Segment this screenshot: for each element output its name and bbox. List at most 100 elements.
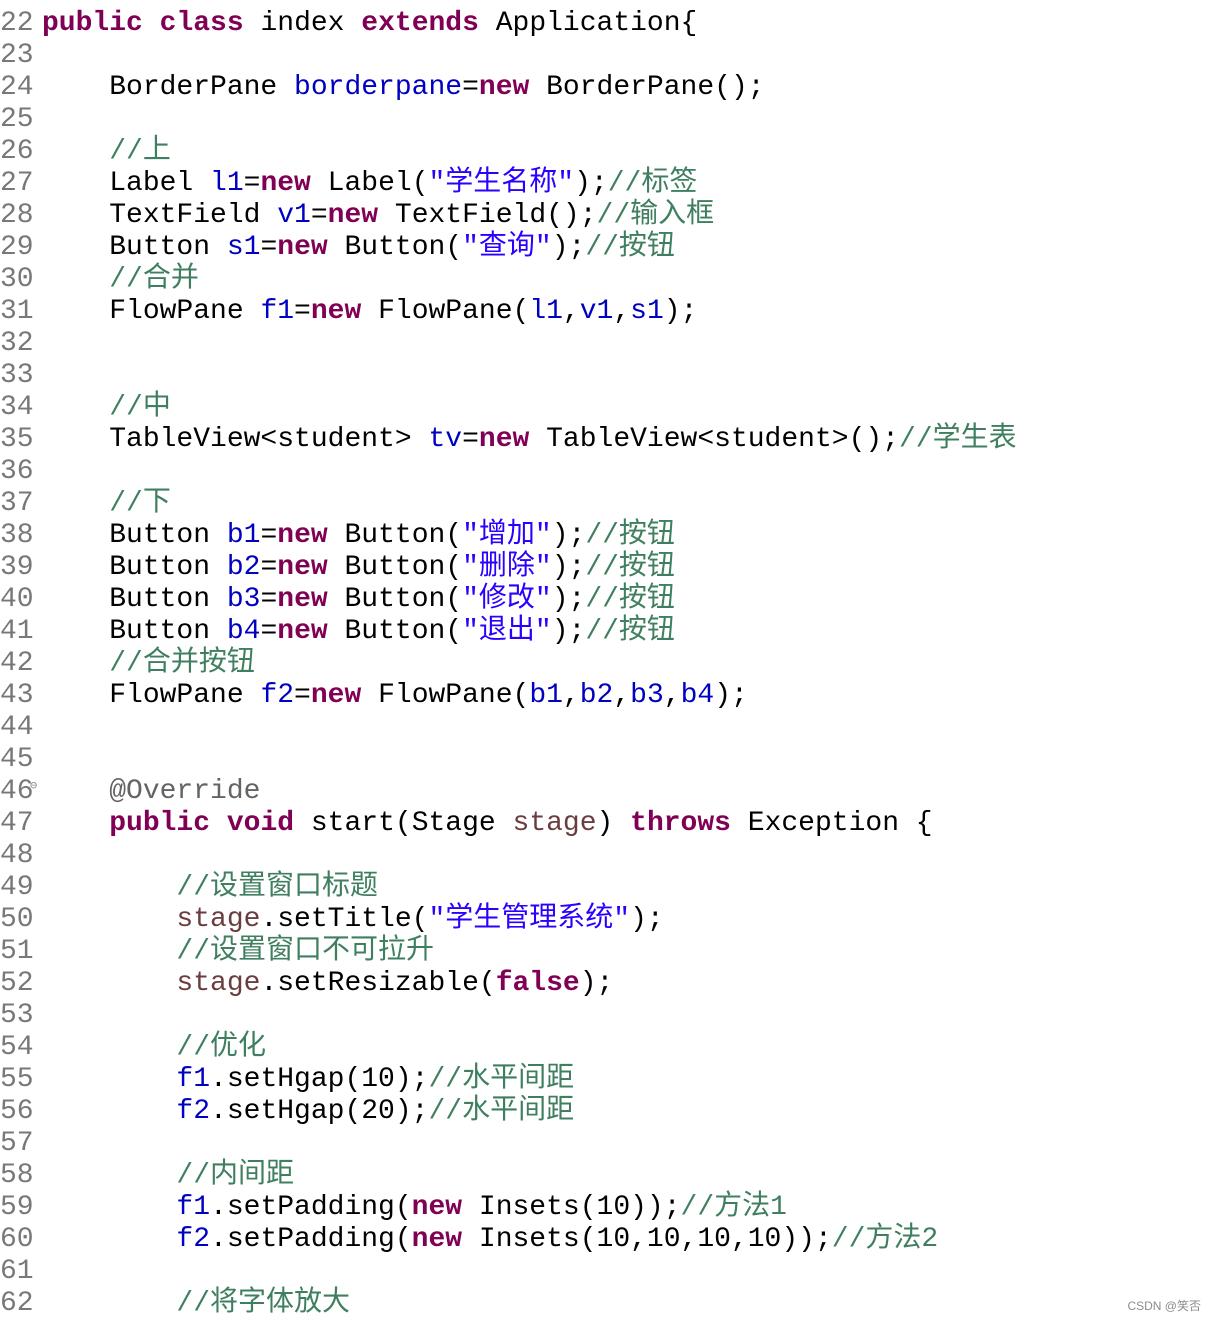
code-line[interactable]: 59 f1.setPadding(new Insets(10));//方法1 [0,1192,787,1224]
code-line[interactable]: 27 Label l1=new Label("学生名称");//标签 [0,168,697,200]
variable-token: stage [176,904,261,935]
code-token: .setTitle( [260,904,429,935]
code-token: ); [551,552,586,583]
code-line[interactable]: 45 [0,744,42,776]
code-line[interactable]: 22 public class index extends Application… [0,8,697,40]
code-token: = [294,296,311,327]
code-token: = [260,520,278,551]
line-number: 30 [0,264,34,295]
comment-token: //输入框 [596,200,715,231]
line-number: 36 [0,456,34,487]
code-token: ) [596,808,631,839]
comment-token: //合并 [109,264,199,295]
code-line[interactable]: 56 f2.setHgap(20);//水平间距 [0,1096,574,1128]
code-line[interactable]: 60 f2.setPadding(new Insets(10,10,10,10)… [0,1224,938,1256]
code-line[interactable]: 43 FlowPane f2=new FlowPane(b1,b2,b3,b4)… [0,680,748,712]
code-line[interactable]: 61 [0,1256,42,1288]
comment-token: //水平间距 [428,1096,575,1127]
code-line[interactable]: 24 BorderPane borderpane=new BorderPane(… [0,72,765,104]
line-number: 55 [0,1064,34,1095]
field-token: f2 [260,680,295,711]
line-number: 45 [0,744,34,775]
code-editor[interactable]: 22 public class index extends Application… [0,0,1215,1322]
fold-toggle-icon[interactable]: ⊖ [30,776,42,796]
field-token: b2 [579,680,614,711]
code-line[interactable]: 44 [0,712,42,744]
keyword-token: new [310,680,362,711]
code-token: = [260,584,278,615]
code-line[interactable]: 47 public void start(Stage stage) throws… [0,808,933,840]
code-line[interactable]: 25 [0,104,42,136]
line-number: 50 [0,904,34,935]
keyword-token: throws [630,808,731,839]
code-line[interactable]: 26 //上 [0,136,171,168]
code-token: = [462,424,479,455]
code-line[interactable]: 49 //设置窗口标题 [0,872,378,904]
code-token: Button [42,584,227,615]
line-number: 33 [0,360,34,391]
line-number: 61 [0,1256,34,1287]
comment-token: //按钮 [585,584,675,615]
code-token: ); [579,968,614,999]
code-line[interactable]: 46⊖ @Override [0,776,260,808]
keyword-token: new [411,1224,463,1255]
code-token: , [613,680,631,711]
field-token: f1 [176,1064,211,1095]
code-line[interactable]: 28 TextField v1=new TextField();//输入框 [0,200,714,232]
line-number: 26 [0,136,34,167]
field-token: v1 [579,296,614,327]
code-line[interactable]: 53 [0,1000,42,1032]
code-line[interactable]: 55 f1.setHgap(10);//水平间距 [0,1064,574,1096]
comment-token: //方法2 [831,1224,939,1255]
code-line[interactable]: 31 FlowPane f1=new FlowPane(l1,v1,s1); [0,296,697,328]
code-line[interactable]: 62 //将字体放大 [0,1288,350,1320]
code-line[interactable]: 29 Button s1=new Button("查询");//按钮 [0,232,675,264]
field-token: b3 [630,680,664,711]
code-line[interactable]: 39 Button b2=new Button("删除");//按钮 [0,552,675,584]
line-code: public class index extends Application{ [42,8,697,40]
field-token: b2 [226,552,261,583]
code-token: .setHgap(10); [210,1064,429,1095]
field-token: b3 [226,584,261,615]
code-line[interactable]: 23 [0,40,42,72]
code-token: Insets(10)); [462,1192,681,1223]
comment-token: //内间距 [176,1160,295,1191]
line-code: //设置窗口标题 [42,872,378,904]
field-token: b4 [680,680,715,711]
code-line[interactable]: 38 Button b1=new Button("增加");//按钮 [0,520,675,552]
code-line[interactable]: 57 [0,1128,42,1160]
code-line[interactable]: 42 //合并按钮 [0,648,255,680]
code-line[interactable]: 34 //中 [0,392,171,424]
line-number: 51 [0,936,34,967]
code-line[interactable]: 52 stage.setResizable(false); [0,968,613,1000]
code-line[interactable]: 36 [0,456,42,488]
keyword-token: new [277,552,328,583]
code-line[interactable]: 50 stage.setTitle("学生管理系统"); [0,904,664,936]
line-code: FlowPane f1=new FlowPane(l1,v1,s1); [42,296,697,328]
code-token: = [243,168,261,199]
line-number: 53 [0,1000,34,1031]
code-line[interactable]: 33 [0,360,42,392]
code-token: = [462,72,479,103]
comment-token: //按钮 [585,520,675,551]
code-line[interactable]: 37 //下 [0,488,171,520]
code-line[interactable]: 48 [0,840,42,872]
code-line[interactable]: 32 [0,328,42,360]
code-line[interactable]: 30 //合并 [0,264,199,296]
line-code: f2.setHgap(20);//水平间距 [42,1096,574,1128]
code-line[interactable]: 51 //设置窗口不可拉升 [0,936,434,968]
code-line[interactable]: 54 //优化 [0,1032,266,1064]
string-token: "删除" [462,552,552,583]
line-number: 48 [0,840,34,871]
code-line[interactable]: 41 Button b4=new Button("退出");//按钮 [0,616,675,648]
code-line[interactable]: 40 Button b3=new Button("修改");//按钮 [0,584,675,616]
code-line[interactable]: 58 //内间距 [0,1160,294,1192]
code-line[interactable]: 35 TableView<student> tv=new TableView<s… [0,424,1017,456]
